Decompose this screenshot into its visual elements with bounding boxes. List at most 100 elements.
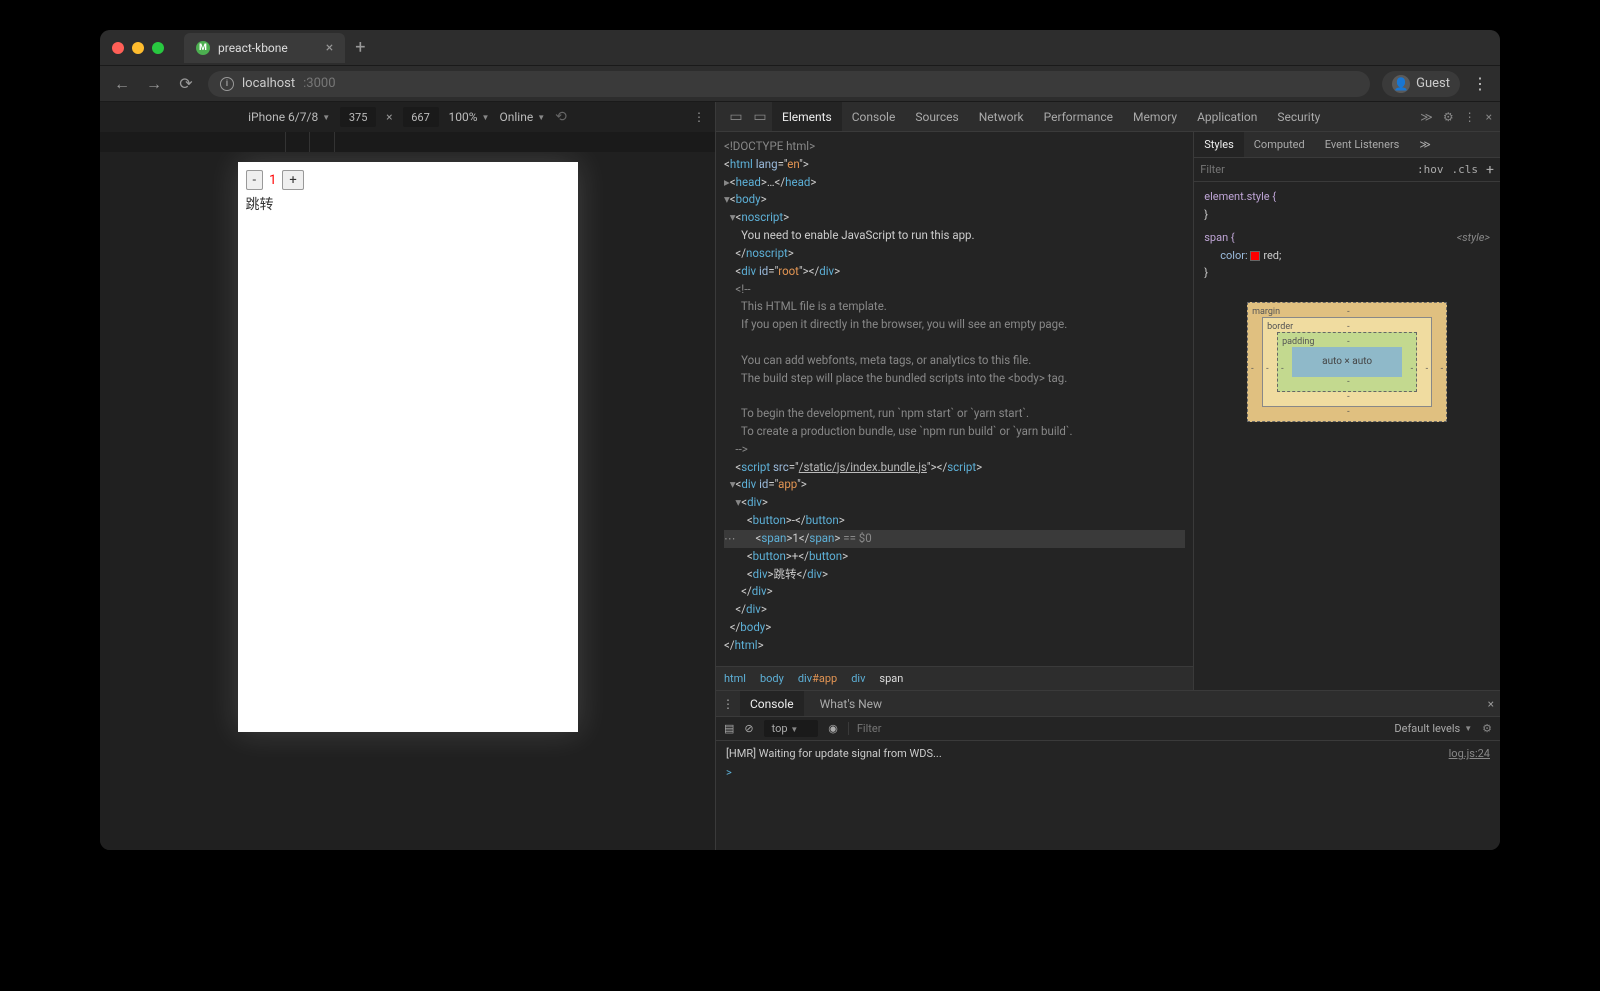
hov-toggle[interactable]: :hov [1417, 163, 1444, 176]
tab-console[interactable]: Console [842, 102, 906, 131]
site-info-icon[interactable]: i [220, 77, 234, 91]
tab-network[interactable]: Network [969, 102, 1034, 131]
device-toggle-icon[interactable]: ▭ [748, 109, 772, 125]
styles-body: element.style { } <style> span { color: … [1194, 182, 1500, 690]
device-toolbar: iPhone 6/7/8 ▼ × 100% ▼ Online ▼ ⟲ ⋮ [100, 102, 715, 132]
console-log-row: [HMR] Waiting for update signal from WDS… [726, 745, 1490, 762]
titlebar: M preact-kbone × + [100, 30, 1500, 66]
style-rule[interactable]: <style> span { color: red; } [1204, 229, 1490, 282]
browser-menu-button[interactable]: ⋮ [1472, 74, 1488, 93]
devtools-tabs: ▭ ▭ Elements Console Sources Network Per… [716, 102, 1500, 132]
console-filter-input[interactable] [848, 722, 1385, 735]
tab-event-listeners[interactable]: Event Listeners [1315, 132, 1410, 157]
favicon-icon: M [196, 41, 210, 55]
breadcrumb-item[interactable]: html [724, 672, 746, 685]
url-port: :3000 [303, 76, 335, 91]
levels-selector[interactable]: Default levels ▼ [1394, 722, 1472, 735]
zoom-selector[interactable]: 100% ▼ [449, 110, 490, 124]
close-devtools-icon[interactable]: × [1486, 110, 1492, 124]
dimension-separator: × [386, 110, 392, 124]
guest-icon: 👤 [1392, 75, 1410, 93]
console-sidebar-icon[interactable]: ▤ [724, 722, 734, 735]
new-tab-button[interactable]: + [355, 37, 365, 58]
box-model[interactable]: margin -- -- border -- -- padding -- - [1247, 302, 1447, 422]
tab-styles[interactable]: Styles [1194, 132, 1244, 157]
log-source[interactable]: log.js:24 [1449, 747, 1490, 760]
content-area: iPhone 6/7/8 ▼ × 100% ▼ Online ▼ ⟲ ⋮ [100, 102, 1500, 850]
tab-whats-new[interactable]: What's New [810, 691, 892, 716]
console-filter-bar: ▤ ⊘ top ▼ ◉ Default levels ▼ ⚙ [716, 717, 1500, 741]
tab-console-drawer[interactable]: Console [740, 691, 804, 716]
context-selector[interactable]: top ▼ [764, 720, 819, 737]
tab-application[interactable]: Application [1187, 102, 1267, 131]
console-menu-icon[interactable]: ⋮ [722, 697, 734, 711]
minimize-window-button[interactable] [132, 42, 144, 54]
plus-button[interactable]: + [282, 170, 303, 190]
device-more-button[interactable]: ⋮ [693, 110, 705, 124]
breadcrumb-item[interactable]: span [879, 672, 903, 685]
device-width-input[interactable] [340, 107, 376, 127]
device-height-input[interactable] [403, 107, 439, 127]
tab-computed[interactable]: Computed [1244, 132, 1315, 157]
devtools-right-controls: ≫ ⚙ ⋮ × [1420, 110, 1492, 124]
breadcrumb-item[interactable]: div#app [798, 672, 837, 685]
clear-console-icon[interactable]: ⊘ [744, 722, 753, 735]
tab-title: preact-kbone [218, 41, 288, 55]
jump-link[interactable]: 跳转 [246, 194, 570, 214]
back-button[interactable]: ← [112, 74, 132, 94]
elements-split: <!DOCTYPE html> <html lang="en"> ▸<head>… [716, 132, 1500, 690]
devtools-menu-icon[interactable]: ⋮ [1464, 110, 1476, 124]
url-bar[interactable]: i localhost:3000 [208, 71, 1370, 97]
styles-filter-row: :hov .cls + [1194, 158, 1500, 182]
device-frame: - 1 + 跳转 [238, 162, 578, 732]
tab-sources[interactable]: Sources [905, 102, 968, 131]
console-tabs: ⋮ Console What's New × [716, 691, 1500, 717]
styles-tabs: Styles Computed Event Listeners ≫ [1194, 132, 1500, 158]
close-window-button[interactable] [112, 42, 124, 54]
guest-label: Guest [1416, 76, 1450, 91]
chevron-down-icon: ▼ [537, 113, 545, 122]
console-settings-icon[interactable]: ⚙ [1482, 722, 1492, 735]
breadcrumb-item[interactable]: div [851, 672, 865, 685]
eye-icon[interactable]: ◉ [828, 722, 838, 735]
maximize-window-button[interactable] [152, 42, 164, 54]
chevron-down-icon: ▼ [482, 113, 490, 122]
close-tab-icon[interactable]: × [326, 40, 333, 56]
log-message: [HMR] Waiting for update signal from WDS… [726, 747, 942, 760]
close-drawer-icon[interactable]: × [1488, 697, 1494, 711]
reload-button[interactable]: ⟳ [176, 74, 196, 93]
dom-panel: <!DOCTYPE html> <html lang="en"> ▸<head>… [716, 132, 1194, 690]
breadcrumb-item[interactable]: body [760, 672, 784, 685]
browser-toolbar: ← → ⟳ i localhost:3000 👤 Guest ⋮ [100, 66, 1500, 102]
console-prompt[interactable]: > [726, 766, 1490, 779]
inspect-element-icon[interactable]: ▭ [724, 109, 748, 125]
settings-icon[interactable]: ⚙ [1443, 110, 1454, 124]
browser-window: M preact-kbone × + ← → ⟳ i localhost:300… [100, 30, 1500, 850]
dom-tree[interactable]: <!DOCTYPE html> <html lang="en"> ▸<head>… [716, 132, 1193, 666]
profile-button[interactable]: 👤 Guest [1382, 71, 1460, 97]
color-swatch-icon[interactable] [1250, 251, 1260, 261]
add-rule-button[interactable]: + [1486, 162, 1494, 178]
style-rule[interactable]: element.style { } [1204, 188, 1490, 223]
tab-memory[interactable]: Memory [1123, 102, 1187, 131]
counter-value: 1 [265, 170, 280, 190]
box-content: auto × auto [1292, 347, 1402, 377]
device-selector[interactable]: iPhone 6/7/8 ▼ [248, 110, 330, 124]
tab-performance[interactable]: Performance [1034, 102, 1123, 131]
rotate-button[interactable]: ⟲ [555, 109, 567, 125]
window-controls [112, 42, 164, 54]
more-styles-tabs[interactable]: ≫ [1409, 132, 1441, 157]
chevron-down-icon: ▼ [322, 113, 330, 122]
ruler [100, 132, 715, 152]
throttle-selector[interactable]: Online ▼ [499, 110, 545, 124]
tab-elements[interactable]: Elements [772, 102, 842, 131]
forward-button[interactable]: → [144, 74, 164, 94]
styles-filter-input[interactable] [1200, 163, 1409, 176]
cls-toggle[interactable]: .cls [1452, 163, 1479, 176]
chevron-down-icon: ▼ [1464, 724, 1472, 733]
tab-security[interactable]: Security [1267, 102, 1330, 131]
console-body[interactable]: [HMR] Waiting for update signal from WDS… [716, 741, 1500, 850]
browser-tab[interactable]: M preact-kbone × [184, 33, 345, 63]
minus-button[interactable]: - [246, 170, 264, 190]
more-tabs-icon[interactable]: ≫ [1420, 110, 1433, 124]
